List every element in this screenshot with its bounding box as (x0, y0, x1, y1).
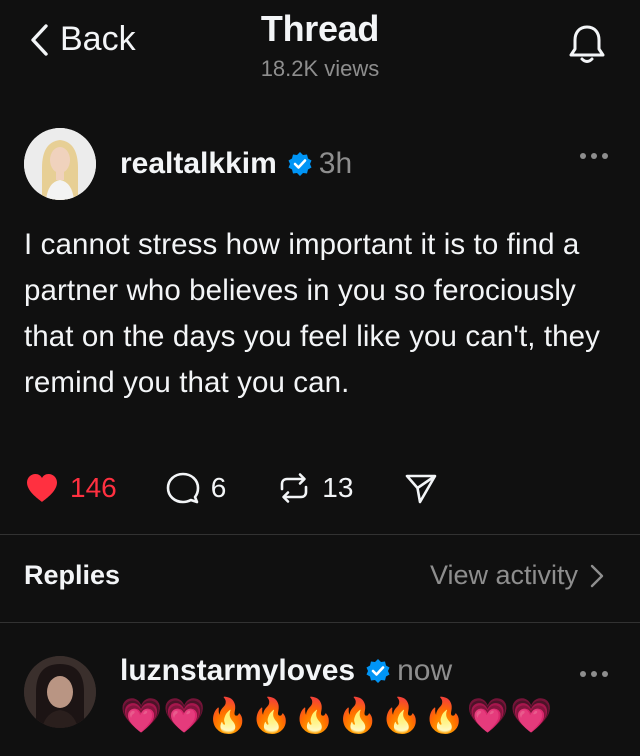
title-block: Thread 18.2K views (0, 8, 640, 82)
chevron-right-icon (590, 564, 604, 587)
avatar-photo (24, 656, 96, 728)
like-button[interactable]: 146 (24, 471, 117, 505)
comment-count: 6 (210, 472, 227, 503)
avatar[interactable] (24, 128, 96, 200)
heart-icon (27, 474, 57, 502)
more-options-icon[interactable] (580, 668, 608, 680)
page-title: Thread (260, 8, 380, 49)
reply-text: 💗💗🔥🔥🔥🔥🔥🔥💗💗 (120, 697, 554, 735)
repost-button[interactable]: 13 (276, 471, 353, 505)
like-count: 146 (70, 472, 117, 503)
share-button[interactable] (403, 471, 439, 505)
replies-label: Replies (24, 560, 121, 590)
repost-count: 13 (322, 472, 354, 503)
post-text: I cannot stress how important it is to f… (24, 228, 601, 399)
post-author-row: realtalkkim 3h (24, 128, 352, 200)
post-timestamp: 3h (318, 147, 353, 180)
view-activity-link[interactable]: View activity (430, 560, 604, 591)
comment-button[interactable]: 6 (165, 471, 227, 505)
view-count: 18.2K views (260, 56, 380, 81)
repost-icon (280, 473, 308, 503)
bell-icon[interactable] (566, 22, 608, 66)
post-username[interactable]: realtalkkim (120, 147, 277, 181)
verified-badge-icon (366, 659, 390, 683)
comment-icon (166, 472, 200, 504)
post-actions: 146 6 13 (24, 468, 439, 508)
avatar-photo (24, 128, 96, 200)
reply-author-row: luznstarmyloves now (120, 654, 452, 688)
top-nav-bar: Back Thread 18.2K views (0, 0, 640, 90)
divider (0, 534, 640, 535)
reply-timestamp: now (397, 654, 453, 687)
send-icon (406, 474, 437, 504)
view-activity-label: View activity (429, 560, 578, 590)
verified-badge-icon (288, 152, 312, 176)
divider (0, 622, 640, 623)
more-options-icon[interactable] (580, 150, 608, 162)
reply-username[interactable]: luznstarmyloves (120, 654, 355, 688)
avatar[interactable] (24, 656, 96, 728)
